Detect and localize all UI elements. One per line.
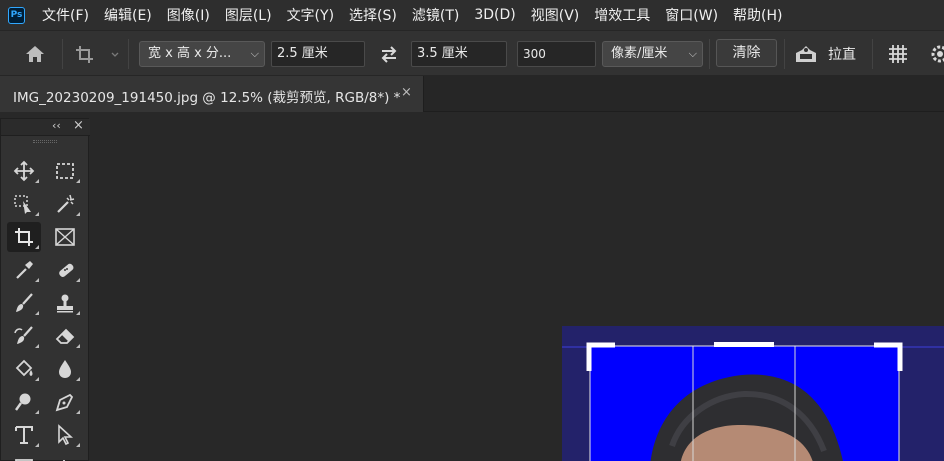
gear-icon[interactable]: [928, 42, 944, 70]
marquee-tool-icon[interactable]: [48, 156, 82, 186]
chevron-down-icon: ⌵: [688, 47, 697, 60]
eyedropper-tool-icon[interactable]: [7, 255, 41, 285]
tool-group-indicator: [35, 245, 39, 249]
document-tab-bar: IMG_20230209_191450.jpg @ 12.5% (裁剪预览, R…: [0, 76, 944, 112]
crop-height-input[interactable]: 3.5 厘米: [411, 41, 507, 67]
healing-brush-tool-icon[interactable]: [48, 255, 82, 285]
toolbox-panel: ‹‹ ×: [0, 118, 90, 461]
tool-group-indicator: [76, 410, 80, 414]
grip-handle[interactable]: [33, 140, 57, 143]
divider: [872, 39, 873, 69]
divider: [784, 39, 785, 69]
toolbox-header: ‹‹ ×: [1, 118, 90, 136]
crop-ratio-select[interactable]: 宽 x 高 x 分... ⌵: [139, 41, 265, 67]
menu-layer[interactable]: 图层(L): [225, 5, 272, 25]
menu-window[interactable]: 窗口(W): [665, 5, 718, 25]
tool-group-indicator: [76, 179, 80, 183]
tool-group-indicator: [76, 377, 80, 381]
document-image[interactable]: [562, 326, 944, 461]
document-tab-title: IMG_20230209_191450.jpg @ 12.5% (裁剪预览, R…: [13, 90, 401, 106]
tool-group-indicator: [76, 311, 80, 315]
straighten-label[interactable]: 拉直: [828, 44, 856, 64]
tool-group-indicator: [35, 212, 39, 216]
resolution-unit-select[interactable]: 像素/厘米 ⌵: [602, 41, 703, 67]
swap-dimensions-icon[interactable]: [375, 41, 403, 69]
tool-group-indicator: [35, 311, 39, 315]
tool-group-indicator: [35, 443, 39, 447]
divider: [128, 39, 129, 69]
close-icon[interactable]: ×: [73, 118, 84, 133]
frame-tool-icon[interactable]: [48, 222, 82, 252]
rectangle-tool-icon[interactable]: [7, 453, 41, 461]
collapse-icon[interactable]: ‹‹: [52, 119, 61, 132]
pen-tool-icon[interactable]: [48, 387, 82, 417]
dodge-tool-icon[interactable]: [7, 387, 41, 417]
history-brush-tool-icon[interactable]: [7, 321, 41, 351]
menu-plugins[interactable]: 增效工具: [594, 5, 650, 25]
move-tool-icon[interactable]: [7, 156, 41, 186]
eraser-tool-icon[interactable]: [48, 321, 82, 351]
menu-view[interactable]: 视图(V): [531, 5, 580, 25]
tool-group-indicator: [35, 179, 39, 183]
menu-filter[interactable]: 滤镜(T): [412, 5, 459, 25]
divider: [62, 39, 63, 69]
photoshop-window: Ps 文件(F) 编辑(E) 图像(I) 图层(L) 文字(Y) 选择(S) 滤…: [0, 0, 944, 461]
menu-image[interactable]: 图像(I): [167, 5, 210, 25]
type-tool-icon[interactable]: [7, 420, 41, 450]
clone-stamp-tool-icon[interactable]: [48, 288, 82, 318]
hand-tool-icon[interactable]: [48, 453, 82, 461]
tool-group-indicator: [76, 212, 80, 216]
overlay-grid-icon[interactable]: [886, 42, 914, 70]
menu-help[interactable]: 帮助(H): [733, 5, 782, 25]
document-tab[interactable]: IMG_20230209_191450.jpg @ 12.5% (裁剪预览, R…: [0, 76, 424, 112]
magic-wand-tool-icon[interactable]: [48, 189, 82, 219]
crop-ratio-value: 宽 x 高 x 分...: [148, 46, 232, 61]
resolution-input[interactable]: 300: [517, 41, 596, 67]
home-icon[interactable]: [18, 40, 52, 68]
tool-group-indicator: [76, 344, 80, 348]
divider: [709, 39, 710, 69]
resolution-unit-value: 像素/厘米: [611, 46, 668, 61]
tool-group-indicator: [35, 377, 39, 381]
tool-group-indicator: [76, 443, 80, 447]
menu-type[interactable]: 文字(Y): [287, 5, 334, 25]
close-icon[interactable]: ×: [401, 85, 412, 100]
brush-tool-icon[interactable]: [7, 288, 41, 318]
menu-3d[interactable]: 3D(D): [474, 7, 515, 23]
blur-tool-icon[interactable]: [48, 354, 82, 384]
object-selection-tool-icon[interactable]: [7, 189, 41, 219]
crop-tool-icon[interactable]: [7, 222, 41, 252]
chevron-down-icon: ⌵: [250, 47, 259, 60]
straighten-icon[interactable]: [792, 42, 820, 70]
clear-button[interactable]: 清除: [716, 39, 777, 67]
app-logo[interactable]: Ps: [8, 6, 25, 24]
path-selection-tool-icon[interactable]: [48, 420, 82, 450]
tool-group-indicator: [76, 278, 80, 282]
menu-bar: Ps 文件(F) 编辑(E) 图像(I) 图层(L) 文字(Y) 选择(S) 滤…: [0, 0, 944, 30]
crop-width-input[interactable]: 2.5 厘米: [271, 41, 365, 67]
tool-group-indicator: [35, 344, 39, 348]
menu-file[interactable]: 文件(F): [42, 5, 89, 25]
tool-group-indicator: [35, 410, 39, 414]
menu-edit[interactable]: 编辑(E): [104, 5, 152, 25]
crop-preset-icon[interactable]: [72, 40, 120, 68]
options-bar: 宽 x 高 x 分... ⌵ 2.5 厘米 3.5 厘米 300 像素/厘米 ⌵…: [0, 30, 944, 76]
menu-select[interactable]: 选择(S): [349, 5, 397, 25]
tool-group-indicator: [35, 278, 39, 282]
paint-bucket-tool-icon[interactable]: [7, 354, 41, 384]
